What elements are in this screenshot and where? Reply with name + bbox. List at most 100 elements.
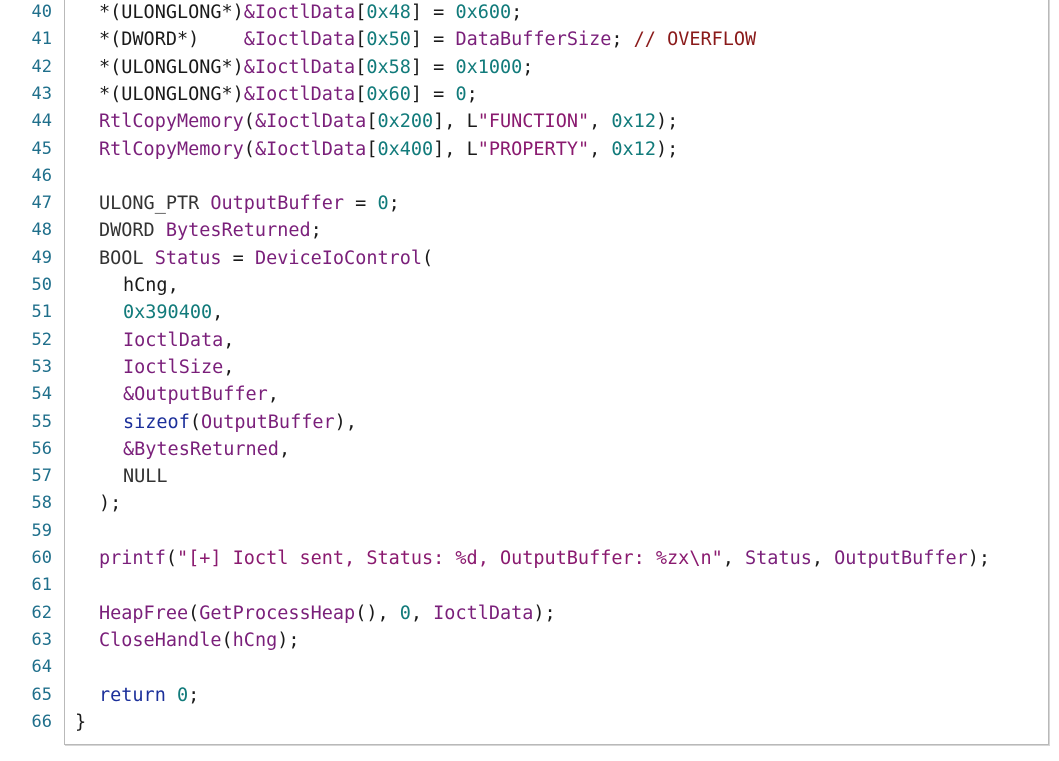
code-token: &IoctlData — [243, 2, 356, 23]
code-token: (), — [355, 602, 400, 624]
code-token: // OVERFLOW — [633, 29, 757, 51]
code-token: ); — [99, 493, 122, 515]
code-token: , — [223, 329, 235, 351]
code-token: &IoctlData — [254, 111, 367, 133]
code-line: BOOL Status = DeviceIoControl( — [99, 245, 433, 272]
line-number: 62 — [31, 602, 52, 623]
code-token: ], L — [433, 111, 478, 133]
code-token: ( — [422, 247, 434, 269]
code-token: ( — [243, 138, 255, 160]
code-token: RtlCopyMemory — [99, 111, 244, 133]
code-token: ( — [243, 111, 255, 133]
code-token: &IoctlData — [243, 83, 356, 105]
code-line: *(ULONGLONG*)&IoctlData[0x60] = 0; — [99, 81, 478, 108]
code-token: [ — [355, 2, 367, 23]
code-line: ULONG_PTR OutputBuffer = 0; — [99, 190, 400, 217]
code-line: printf("[+] Ioctl sent, Status: %d, Outp… — [99, 545, 990, 572]
code-token: OutputBuffer — [200, 411, 335, 433]
code-token: , — [267, 384, 279, 406]
code-token: *(DWORD*) — [99, 29, 244, 51]
code-line: *(ULONGLONG*)&IoctlData[0x48] = 0x600; — [99, 0, 522, 26]
code-token: &OutputBuffer — [123, 384, 268, 406]
code-token: IoctlData — [433, 602, 534, 624]
code-token: "[+] Ioctl sent, Status: %d, OutputBuffe… — [176, 548, 723, 569]
code-token: "PROPERTY" — [477, 138, 590, 160]
code-token: DWORD — [99, 220, 166, 242]
code-line: *(ULONGLONG*)&IoctlData[0x58] = 0x1000; — [99, 54, 533, 81]
code-line: } — [75, 709, 86, 736]
code-token: ] = — [410, 2, 456, 23]
code-line: return 0; — [99, 682, 199, 709]
code-token: , — [722, 548, 746, 569]
line-number: 60 — [31, 548, 52, 568]
code-token: *(ULONGLONG*) — [99, 83, 244, 105]
code-token: } — [75, 711, 87, 733]
code-line: IoctlData, — [123, 327, 234, 354]
code-token: &IoctlData — [243, 29, 356, 51]
code-line: IoctlSize, — [123, 354, 234, 381]
code-token: *(ULONGLONG*) — [99, 56, 244, 78]
code-token: 0x12 — [611, 111, 656, 133]
line-number: 50 — [31, 275, 52, 295]
code-token: , — [212, 302, 224, 324]
code-token: 0x1000 — [455, 56, 523, 78]
code-token: ( — [189, 411, 201, 433]
code-token: ] = — [410, 29, 456, 51]
line-number: 40 — [31, 2, 52, 22]
code-token: 0x600 — [455, 2, 512, 23]
code-token: 0 — [455, 83, 467, 105]
code-token: 0x12 — [611, 138, 656, 160]
line-number: 53 — [31, 356, 52, 377]
code-token: , — [811, 548, 835, 569]
code-token: hCng — [232, 629, 278, 651]
code-line: &BytesReturned, — [123, 436, 290, 463]
code-token: , — [278, 438, 291, 460]
code-token: Status — [745, 548, 812, 569]
code-token: 0 — [176, 684, 189, 706]
code-line: DWORD BytesReturned; — [99, 217, 322, 244]
code-line: RtlCopyMemory(&IoctlData[0x400], L"PROPE… — [99, 136, 678, 163]
line-number-gutter: 40 41 42 43 44 45 46 47 48 49 50 51 52 53 54 55 56 57 58 59… — [0, 0, 62, 761]
code-token: ], L — [433, 138, 478, 160]
code-token: IoctlData — [123, 329, 224, 351]
code-token: = — [344, 193, 378, 215]
code-token: ; — [611, 29, 634, 51]
line-number: 48 — [31, 220, 52, 241]
code-viewer: 40 41 42 43 44 45 46 47 48 49 50 51 52 53 54 55 56 57 58 59… — [0, 0, 1059, 761]
code-line: RtlCopyMemory(&IoctlData[0x200], L"FUNCT… — [99, 108, 678, 135]
code-token: = — [221, 247, 255, 269]
code-token: DataBufferSize — [455, 29, 612, 51]
line-number: 61 — [31, 575, 52, 596]
code-token: ); — [277, 629, 300, 651]
code-token: IoctlSize — [123, 356, 224, 378]
code-token: HeapFree — [99, 602, 189, 624]
line-number: 51 — [31, 302, 52, 323]
code-token: &IoctlData — [254, 138, 367, 160]
line-number: 64 — [31, 657, 52, 678]
code-token: ; — [511, 2, 523, 23]
line-number: 49 — [31, 247, 52, 268]
code-token: CloseHandle — [99, 629, 222, 651]
code-token: OutputBuffer — [834, 548, 968, 569]
code-line: ); — [99, 490, 121, 517]
code-token: ); — [655, 138, 679, 160]
code-token: [ — [355, 29, 367, 51]
code-token: , — [223, 356, 235, 378]
code-token: ( — [188, 602, 200, 624]
line-number: 44 — [31, 111, 52, 132]
code-token: 0x60 — [366, 83, 411, 105]
line-number: 43 — [31, 83, 52, 104]
code-token: ULONG_PTR — [99, 193, 211, 215]
code-token: ; — [466, 83, 478, 105]
code-token: ( — [221, 629, 233, 651]
code-token: hCng — [123, 275, 168, 296]
code-token: , — [589, 111, 612, 133]
line-number: 57 — [31, 466, 52, 487]
code-block: *(ULONGLONG*)&IoctlData[0x48] = 0x600; *(… — [64, 0, 1049, 745]
line-number: 42 — [31, 56, 52, 77]
code-token: ; — [310, 220, 322, 242]
code-token: ] = — [410, 56, 456, 78]
line-number: 47 — [31, 193, 52, 214]
code-token: *(ULONGLONG*) — [99, 2, 244, 23]
line-number: 55 — [31, 411, 52, 432]
